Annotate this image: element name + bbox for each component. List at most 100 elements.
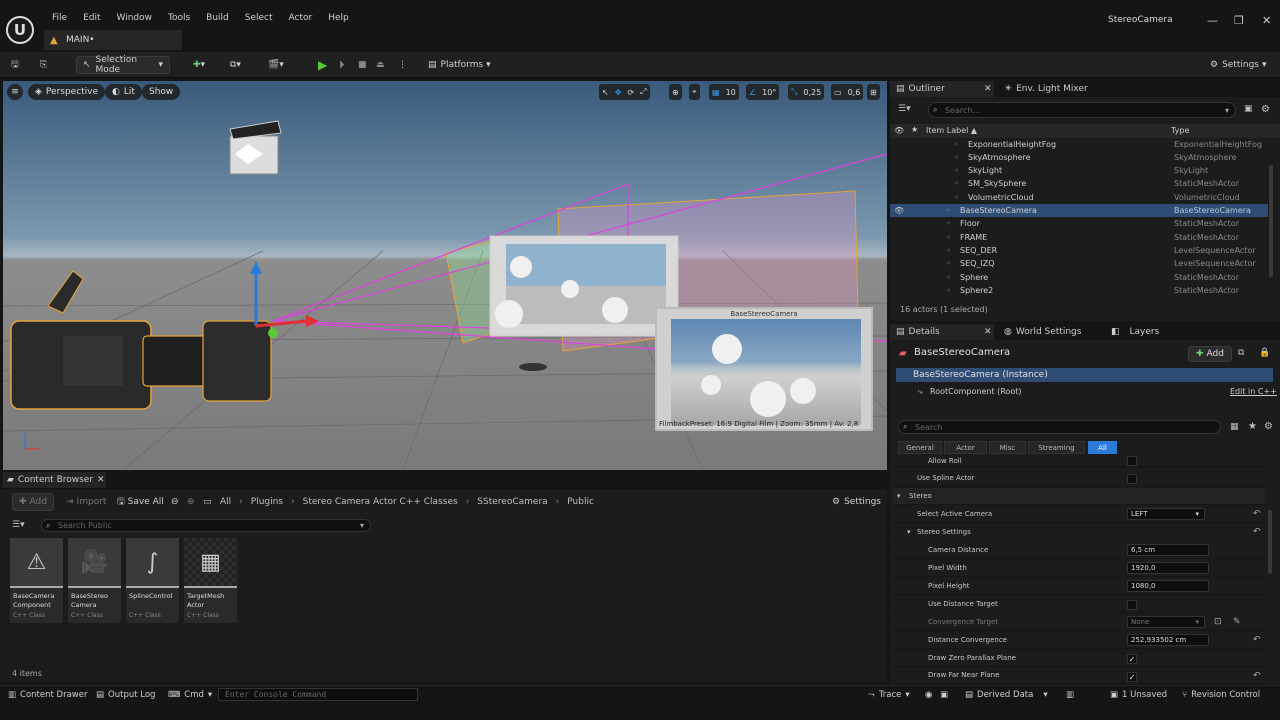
perspective-button[interactable]: ◈ Perspective: [28, 84, 106, 100]
breadcrumb-all[interactable]: All: [220, 497, 231, 507]
chevron-down-icon[interactable]: ▾: [1225, 106, 1229, 115]
surface-snap-icon[interactable]: ⌖: [689, 84, 700, 100]
outliner-row[interactable]: ◦ FRAME StaticMeshActor: [890, 231, 1268, 244]
close-icon[interactable]: ✕: [984, 84, 992, 94]
breadcrumb-plugins[interactable]: Plugins: [251, 497, 283, 507]
visibility-icon[interactable]: 👁: [894, 126, 904, 135]
asset-tile[interactable]: ⚠ BaseCamera Component C++ Class: [10, 538, 63, 623]
console-input[interactable]: Enter Console Command: [218, 688, 418, 701]
close-window-icon[interactable]: ✕: [1262, 14, 1271, 27]
add-component-button[interactable]: ✚ Add: [1188, 346, 1232, 362]
tab-details[interactable]: ▤ Details ✕: [890, 324, 994, 340]
outliner-row[interactable]: ◦ SkyLight SkyLight: [890, 164, 1268, 177]
breadcrumb-public[interactable]: Public: [567, 497, 594, 507]
add-asset-button[interactable]: ✚ Add: [12, 493, 54, 511]
outliner-row[interactable]: ◦ Sphere2 StaticMeshActor: [890, 284, 1268, 297]
level-tab[interactable]: ▲ MAIN•: [44, 30, 182, 50]
blueprint-icon[interactable]: ⧉▾: [230, 56, 241, 74]
allow-roll-checkbox[interactable]: [1127, 456, 1137, 466]
menu-help[interactable]: Help: [320, 13, 357, 23]
play-options-icon[interactable]: ⋮: [398, 56, 407, 74]
details-actor-name[interactable]: BaseStereoCamera: [914, 347, 1010, 358]
stats-icon[interactable]: ▥: [1066, 690, 1074, 700]
blueprint-convert-icon[interactable]: ⧉: [1238, 348, 1244, 358]
pixel-height-field[interactable]: 1080,0: [1127, 580, 1209, 592]
save-icon[interactable]: 🖫: [11, 56, 19, 74]
add-folder-icon[interactable]: ▣: [1244, 104, 1253, 114]
scale-icon[interactable]: ⤢: [640, 87, 646, 97]
filter-icon[interactable]: ☰▾: [12, 520, 25, 530]
edit-in-cpp-link[interactable]: Edit in C++: [1230, 387, 1277, 396]
cinematics-icon[interactable]: 🎬▾: [268, 56, 284, 74]
scale-snap-toggle[interactable]: ⤡ 0,25: [788, 84, 825, 100]
reset-icon[interactable]: ↶: [1253, 635, 1261, 645]
column-item-label[interactable]: Item Label ▲: [926, 126, 977, 135]
content-search-input[interactable]: ⌕ Search Public ▾: [41, 519, 371, 532]
menu-actor[interactable]: Actor: [281, 13, 321, 23]
filter-icon[interactable]: ☰▾: [898, 104, 911, 114]
chevron-down-icon[interactable]: ▾: [360, 521, 364, 530]
details-scrollbar[interactable]: [1268, 510, 1272, 574]
outliner-settings-icon[interactable]: ⚙: [1261, 104, 1270, 115]
details-search-input[interactable]: ⌕ Search: [898, 420, 1221, 434]
close-icon[interactable]: ✕: [984, 327, 992, 337]
forward-icon[interactable]: ⊕: [187, 493, 195, 511]
folder-icon[interactable]: ▭: [203, 493, 212, 511]
draw-far-near-checkbox[interactable]: ✓: [1127, 672, 1137, 682]
asset-tile[interactable]: 🎥 BaseStereo Camera C++ Class: [68, 538, 121, 623]
rotate-icon[interactable]: ⟳: [627, 88, 634, 97]
save-all-button[interactable]: 🖫 Save All: [117, 493, 164, 511]
derived-data-dropdown[interactable]: ▤ Derived Data ▾: [965, 690, 1048, 700]
step-icon[interactable]: ⏵: [339, 56, 345, 74]
prop-row-stereo-settings[interactable]: ▾ Stereo Settings: [893, 524, 1265, 541]
asset-tile[interactable]: ▦ TargetMesh Actor C++ Class: [184, 538, 237, 623]
maximize-icon[interactable]: ❐: [1234, 14, 1244, 27]
maximize-viewport-icon[interactable]: ⊞: [867, 84, 880, 100]
minimize-icon[interactable]: —: [1207, 14, 1218, 27]
reset-icon[interactable]: ↶: [1253, 509, 1261, 519]
outliner-row[interactable]: ◦ VolumetricCloud VolumetricCloud: [890, 191, 1268, 204]
select-icon[interactable]: ↖: [602, 88, 609, 97]
tab-world-settings[interactable]: ◍ World Settings: [1002, 324, 1081, 340]
record-icon[interactable]: ◉: [925, 690, 932, 700]
select-active-camera-dropdown[interactable]: LEFT ▾: [1127, 508, 1205, 520]
browse-icon[interactable]: ⊡: [1214, 617, 1222, 627]
outliner-row[interactable]: ◦ SkyAtmosphere SkyAtmosphere: [890, 151, 1268, 164]
category-stereo[interactable]: ▾ Stereo: [893, 488, 1265, 505]
output-log-button[interactable]: ▤ Output Log: [96, 690, 155, 700]
revision-control-button[interactable]: ⑂ Revision Control: [1182, 690, 1260, 700]
camera-speed-button[interactable]: ▭ 0,6: [831, 84, 864, 100]
outliner-row[interactable]: ◦ ExponentialHeightFog ExponentialHeightFo…: [890, 138, 1268, 151]
eject-icon[interactable]: ⏏: [376, 56, 385, 74]
outliner-row[interactable]: ◦ SM_SkySphere StaticMeshActor: [890, 177, 1268, 190]
reset-icon[interactable]: ↶: [1253, 527, 1261, 537]
outliner-row[interactable]: ◦ SEQ_DER LevelSequenceActor: [890, 244, 1268, 257]
outliner-row[interactable]: ◦ Floor StaticMeshActor: [890, 217, 1268, 230]
tab-env-light-mixer[interactable]: ☀ Env. Light Mixer: [1002, 81, 1088, 97]
menu-edit[interactable]: Edit: [75, 13, 108, 23]
breadcrumb-sstereocamera[interactable]: SStereoCamera: [477, 497, 547, 507]
play-icon[interactable]: ▶: [318, 56, 327, 74]
show-button[interactable]: Show: [142, 84, 181, 100]
rotation-snap-toggle[interactable]: ∠ 10°: [746, 84, 780, 100]
settings-dropdown[interactable]: ⚙ Settings ▾: [1210, 56, 1267, 74]
back-icon[interactable]: ⊖: [171, 493, 179, 511]
stop-icon[interactable]: ■: [358, 56, 367, 74]
trace-dropdown[interactable]: ⤳ Trace ▾: [868, 690, 910, 700]
screenshot-icon[interactable]: ▣: [940, 690, 948, 700]
unsaved-button[interactable]: ▣ 1 Unsaved: [1110, 690, 1167, 700]
tab-layers[interactable]: ◧ Layers: [1109, 324, 1159, 340]
unreal-logo[interactable]: U: [6, 16, 34, 44]
translate-icon[interactable]: ✥: [615, 88, 622, 97]
reset-icon[interactable]: ↶: [1253, 671, 1261, 681]
menu-file[interactable]: File: [44, 13, 75, 23]
table-view-icon[interactable]: ▦: [1230, 422, 1239, 432]
draw-zero-parallax-checkbox[interactable]: ✓: [1127, 654, 1137, 664]
source-control-icon[interactable]: ⎘: [40, 56, 47, 74]
cmd-dropdown[interactable]: ⌨ Cmd ▾: [168, 690, 212, 700]
menu-tools[interactable]: Tools: [160, 13, 198, 23]
cb-settings-button[interactable]: ⚙ Settings: [832, 493, 881, 511]
add-actor-icon[interactable]: ✚ ▾: [193, 56, 205, 74]
pixel-width-field[interactable]: 1920,0: [1127, 562, 1209, 574]
breadcrumb-stereo-camera-classes[interactable]: Stereo Camera Actor C++ Classes: [303, 497, 458, 507]
